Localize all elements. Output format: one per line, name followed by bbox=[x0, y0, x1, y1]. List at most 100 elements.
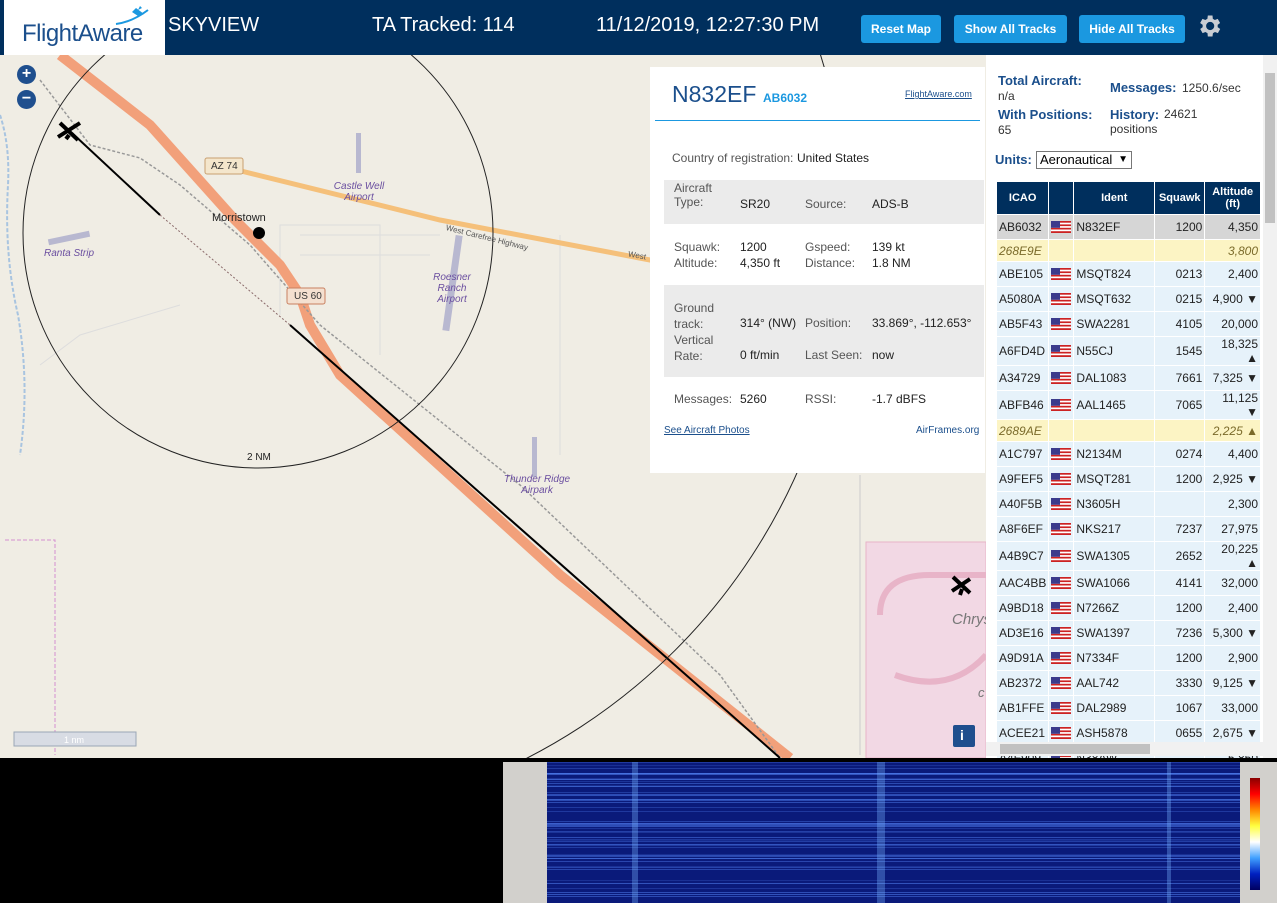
squawk-label: Squawk: bbox=[674, 240, 721, 254]
scroll-thumb[interactable] bbox=[1265, 73, 1275, 223]
icao-cell: A9BD18 bbox=[995, 595, 1050, 621]
squawk-value: 1200 bbox=[740, 240, 767, 254]
rssi-label: RSSI: bbox=[805, 392, 837, 406]
units-select[interactable]: Aeronautical ▼ bbox=[1036, 151, 1132, 169]
flag-cell bbox=[1048, 570, 1075, 596]
altitude-cell: 2,400 bbox=[1204, 261, 1261, 287]
waterfall-line bbox=[547, 841, 1240, 842]
us-flag-icon bbox=[1051, 473, 1072, 485]
squawk-cell: 1200 bbox=[1154, 214, 1206, 240]
icao-cell: 268E9E bbox=[995, 239, 1050, 262]
plane-logo-icon bbox=[115, 6, 149, 25]
units-label: Units: bbox=[995, 152, 1032, 167]
waterfall-line bbox=[547, 855, 1240, 856]
aircraft-photos-link[interactable]: See Aircraft Photos bbox=[664, 425, 750, 436]
us-flag-icon bbox=[1051, 399, 1072, 411]
table-row[interactable]: A6FD4D N55CJ 1545 18,325 ▲ bbox=[995, 336, 1261, 366]
squawk-cell: 2652 bbox=[1154, 541, 1206, 571]
ranta-strip-label: Ranta Strip bbox=[44, 248, 95, 259]
table-row[interactable]: AD3E16 SWA1397 7236 5,300 ▼ bbox=[995, 620, 1261, 646]
ring-distance-label: 2 NM bbox=[247, 452, 271, 463]
icao-cell: AB6032 bbox=[995, 214, 1050, 240]
track-label: Ground track: bbox=[674, 301, 715, 331]
squawk-cell: 4141 bbox=[1154, 570, 1206, 596]
col-flag[interactable] bbox=[1048, 181, 1075, 215]
airframes-link[interactable]: AirFrames.org bbox=[916, 425, 979, 436]
ident-cell: SWA1305 bbox=[1073, 541, 1156, 571]
icao-cell: A8F6EF bbox=[995, 516, 1050, 542]
gear-icon[interactable] bbox=[1195, 12, 1223, 40]
icao-cell: AAC4BB bbox=[995, 570, 1050, 596]
col-ident[interactable]: Ident bbox=[1073, 181, 1156, 215]
icao-cell: A4B9C7 bbox=[995, 541, 1050, 571]
vrate-value: 0 ft/min bbox=[740, 348, 780, 362]
waterfall-line bbox=[547, 845, 1240, 846]
col-icao[interactable]: ICAO bbox=[995, 181, 1050, 215]
popup-hex-code[interactable]: AB6032 bbox=[763, 91, 807, 105]
table-row[interactable]: 2689AE 2,225 ▲ bbox=[995, 419, 1261, 442]
table-row[interactable]: A40F5B N3605H 2,300 bbox=[995, 491, 1261, 517]
waterfall-line bbox=[547, 861, 1240, 862]
aircraft-sidebar: Total Aircraft: n/a Messages: 1250.6/sec… bbox=[986, 55, 1277, 758]
us-flag-icon bbox=[1051, 702, 1072, 714]
partial-c-label: c bbox=[978, 685, 985, 700]
track-value: 314° (NW) bbox=[740, 316, 797, 330]
table-row[interactable]: A9BD18 N7266Z 1200 2,400 bbox=[995, 595, 1261, 621]
us-flag-icon bbox=[1051, 577, 1072, 589]
flag-cell bbox=[1048, 365, 1075, 391]
hide-all-tracks-button[interactable]: Hide All Tracks bbox=[1079, 15, 1185, 43]
icao-cell: ABE105 bbox=[995, 261, 1050, 287]
history-value: 24621 positions bbox=[1110, 107, 1198, 136]
flag-cell bbox=[1048, 670, 1075, 696]
flag-cell bbox=[1048, 466, 1075, 492]
waterfall-line bbox=[547, 811, 1240, 812]
flightaware-link[interactable]: FlightAware.com bbox=[905, 89, 972, 99]
aircraft-detail-popup: N832EF AB6032 FlightAware.com Country of… bbox=[650, 67, 985, 473]
table-row[interactable]: AB6032 N832EF 1200 4,350 bbox=[995, 214, 1261, 240]
table-row[interactable]: ABE105 MSQT824 0213 2,400 bbox=[995, 261, 1261, 287]
waterfall-line bbox=[547, 823, 1240, 824]
sidebar-horizontal-scrollbar[interactable] bbox=[986, 742, 1263, 756]
altitude-cell: 18,325 ▲ bbox=[1204, 336, 1261, 366]
col-altitude[interactable]: Altitude (ft) bbox=[1204, 181, 1261, 215]
table-row[interactable]: A8F6EF NKS217 7237 27,975 bbox=[995, 516, 1261, 542]
show-all-tracks-button[interactable]: Show All Tracks bbox=[954, 15, 1067, 43]
waterfall-line bbox=[547, 894, 1240, 895]
squawk-cell: 7237 bbox=[1154, 516, 1206, 542]
zoom-out-button[interactable]: − bbox=[17, 90, 36, 109]
table-row[interactable]: A5080A MSQT632 0215 4,900 ▼ bbox=[995, 286, 1261, 312]
table-row[interactable]: A9D91A N7334F 1200 2,900 bbox=[995, 645, 1261, 671]
table-row[interactable]: A9FEF5 MSQT281 1200 2,925 ▼ bbox=[995, 466, 1261, 492]
table-row[interactable]: A4B9C7 SWA1305 2652 20,225 ▲ bbox=[995, 541, 1261, 571]
waterfall-line bbox=[547, 802, 1240, 803]
sidebar-vertical-scrollbar[interactable] bbox=[1263, 55, 1277, 758]
table-row[interactable]: A34729 DAL1083 7661 7,325 ▼ bbox=[995, 365, 1261, 391]
table-row[interactable]: AAC4BB SWA1066 4141 32,000 bbox=[995, 570, 1261, 596]
ident-cell: N3605H bbox=[1073, 491, 1156, 517]
col-squawk[interactable]: Squawk bbox=[1154, 181, 1206, 215]
reset-map-button[interactable]: Reset Map bbox=[861, 15, 941, 43]
ident-cell: SWA1397 bbox=[1073, 620, 1156, 646]
table-row[interactable]: ABFB46 AAL1465 7065 11,125 ▼ bbox=[995, 390, 1261, 420]
squawk-cell: 7065 bbox=[1154, 390, 1206, 420]
info-button[interactable]: i bbox=[960, 727, 964, 743]
altitude-cell: 2,400 bbox=[1204, 595, 1261, 621]
icao-cell: AD3E16 bbox=[995, 620, 1050, 646]
table-row[interactable]: 268E9E 3,800 bbox=[995, 239, 1261, 262]
table-row[interactable]: AB2372 AAL742 3330 9,125 ▼ bbox=[995, 670, 1261, 696]
zoom-in-button[interactable]: + bbox=[17, 65, 36, 84]
flightaware-logo[interactable]: FlightAware bbox=[4, 0, 165, 55]
hscroll-thumb[interactable] bbox=[1000, 744, 1150, 754]
us-flag-icon bbox=[1051, 627, 1072, 639]
table-row[interactable]: AB1FFE DAL2989 1067 33,000 bbox=[995, 695, 1261, 721]
vrate-label: Vertical Rate: bbox=[674, 333, 714, 363]
tracked-count: TA Tracked: 114 bbox=[372, 14, 515, 36]
altitude-cell: 20,225 ▲ bbox=[1204, 541, 1261, 571]
total-aircraft-value: n/a bbox=[998, 89, 1015, 103]
icao-cell: 2689AE bbox=[995, 419, 1050, 442]
waterfall-line bbox=[547, 828, 1240, 829]
table-row[interactable]: A1C797 N2134M 0274 4,400 bbox=[995, 441, 1261, 467]
app-header: FlightAware SKYVIEW TA Tracked: 114 11/1… bbox=[0, 0, 1277, 55]
spectrum-waterfall bbox=[547, 762, 1240, 903]
table-row[interactable]: AB5F43 SWA2281 4105 20,000 bbox=[995, 311, 1261, 337]
